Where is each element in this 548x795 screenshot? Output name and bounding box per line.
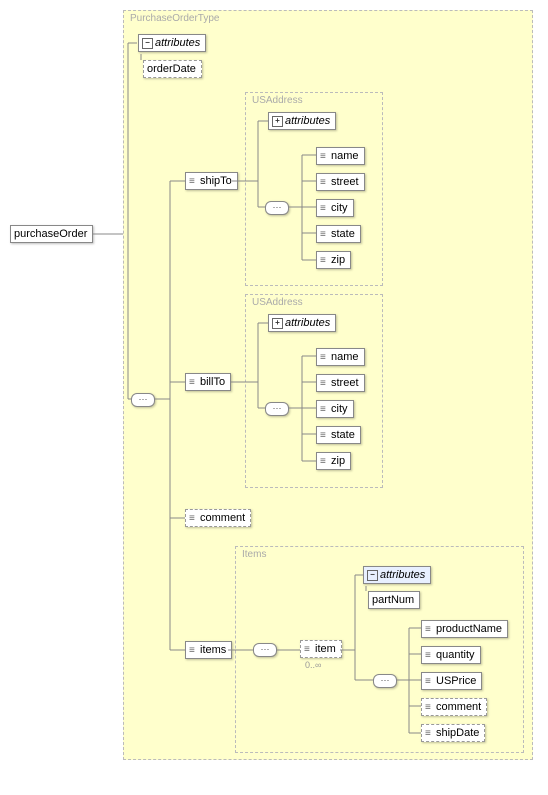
element-icon <box>320 457 329 466</box>
quantity-node[interactable]: quantity <box>421 646 481 664</box>
shipto-state-node[interactable]: state <box>316 225 361 243</box>
purchase-order-type-label: PurchaseOrderType <box>130 13 220 24</box>
productname-node[interactable]: productName <box>421 620 508 638</box>
billto-street-node[interactable]: street <box>316 374 365 392</box>
shipto-sequence-connector[interactable] <box>265 201 289 215</box>
purchase-order-node[interactable]: purchaseOrder <box>10 225 93 243</box>
productname-label: productName <box>436 623 502 635</box>
item-sequence-connector[interactable] <box>373 674 397 688</box>
billto-state-node[interactable]: state <box>316 426 361 444</box>
element-icon <box>320 230 329 239</box>
billto-street-label: street <box>331 377 359 389</box>
shipto-attributes-label: attributes <box>285 115 330 127</box>
element-icon <box>320 379 329 388</box>
item-attributes-box[interactable]: − attributes <box>363 566 431 584</box>
element-icon <box>320 178 329 187</box>
shipto-attributes-box[interactable]: + attributes <box>268 112 336 130</box>
billto-state-label: state <box>331 429 355 441</box>
element-icon <box>320 204 329 213</box>
element-icon <box>320 431 329 440</box>
items-label: items <box>200 644 226 656</box>
billto-city-node[interactable]: city <box>316 400 354 418</box>
element-icon <box>304 645 313 654</box>
billto-city-label: city <box>331 403 348 415</box>
shipto-name-node[interactable]: name <box>316 147 365 165</box>
element-icon <box>189 177 198 186</box>
usprice-label: USPrice <box>436 675 476 687</box>
comment-node[interactable]: comment <box>185 509 251 527</box>
billto-name-label: name <box>331 351 359 363</box>
element-icon <box>425 625 434 634</box>
item-label: item <box>315 643 336 655</box>
shipto-state-label: state <box>331 228 355 240</box>
items-inner-label: Items <box>242 549 266 560</box>
items-node[interactable]: items <box>185 641 232 659</box>
billto-label: billTo <box>200 376 225 388</box>
element-icon <box>425 651 434 660</box>
plus-icon: + <box>272 318 283 329</box>
element-icon <box>425 677 434 686</box>
orderdate-node[interactable]: orderDate <box>143 60 202 78</box>
billto-zip-label: zip <box>331 455 345 467</box>
billto-name-node[interactable]: name <box>316 348 365 366</box>
root-attributes-box[interactable]: − attributes <box>138 34 206 52</box>
ship-usaddress-label: USAddress <box>252 95 303 106</box>
billto-attributes-box[interactable]: + attributes <box>268 314 336 332</box>
element-icon <box>425 729 434 738</box>
minus-icon: − <box>142 38 153 49</box>
shipto-street-label: street <box>331 176 359 188</box>
element-icon <box>320 152 329 161</box>
shipdate-label: shipDate <box>436 727 479 739</box>
quantity-label: quantity <box>436 649 475 661</box>
partnum-node[interactable]: partNum <box>368 591 420 609</box>
element-icon <box>320 353 329 362</box>
shipto-zip-label: zip <box>331 254 345 266</box>
item-cardinality: 0..∞ <box>305 660 321 670</box>
shipto-name-label: name <box>331 150 359 162</box>
shipto-city-node[interactable]: city <box>316 199 354 217</box>
element-icon <box>320 256 329 265</box>
plus-icon: + <box>272 116 283 127</box>
shipto-zip-node[interactable]: zip <box>316 251 351 269</box>
item-comment-node[interactable]: comment <box>421 698 487 716</box>
bill-usaddress-label: USAddress <box>252 297 303 308</box>
root-attributes-label: attributes <box>155 37 200 49</box>
shipdate-node[interactable]: shipDate <box>421 724 485 742</box>
item-comment-label: comment <box>436 701 481 713</box>
shipto-city-label: city <box>331 202 348 214</box>
usprice-node[interactable]: USPrice <box>421 672 482 690</box>
comment-label: comment <box>200 512 245 524</box>
orderdate-label: orderDate <box>147 63 196 75</box>
billto-sequence-connector[interactable] <box>265 402 289 416</box>
element-icon <box>425 703 434 712</box>
items-sequence-connector[interactable] <box>253 643 277 657</box>
root-sequence-connector[interactable] <box>131 393 155 407</box>
element-icon <box>189 378 198 387</box>
element-icon <box>189 646 198 655</box>
shipto-node[interactable]: shipTo <box>185 172 238 190</box>
shipto-street-node[interactable]: street <box>316 173 365 191</box>
shipto-label: shipTo <box>200 175 232 187</box>
item-attributes-label: attributes <box>380 569 425 581</box>
item-node[interactable]: item <box>300 640 342 658</box>
billto-node[interactable]: billTo <box>185 373 231 391</box>
billto-attributes-label: attributes <box>285 317 330 329</box>
billto-zip-node[interactable]: zip <box>316 452 351 470</box>
element-icon <box>320 405 329 414</box>
element-icon <box>189 514 198 523</box>
minus-icon: − <box>367 570 378 581</box>
purchase-order-label: purchaseOrder <box>14 228 87 240</box>
partnum-label: partNum <box>372 594 414 606</box>
